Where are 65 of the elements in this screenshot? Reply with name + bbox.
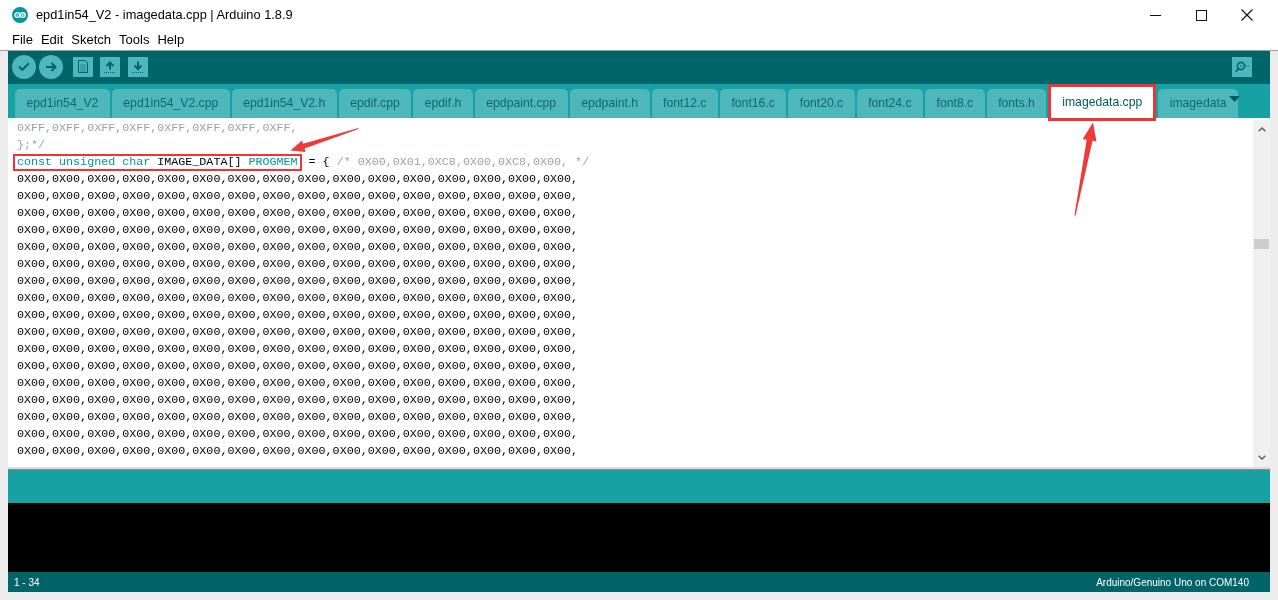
menu-item[interactable]: File	[12, 32, 33, 48]
file-tab[interactable]: epd1in54_V2	[15, 89, 110, 118]
caret-down-icon[interactable]	[1229, 96, 1240, 102]
chevron-down-icon[interactable]	[1257, 455, 1266, 460]
verify-button[interactable]	[12, 54, 36, 79]
maximize-icon	[1195, 9, 1207, 21]
code-text: 0X00,0X00,0X00,0X00,0X00,0X00,0X00,0X00,0X00,0X00,0X00,0X00,0X00,0X00,0X00,0X00,	[17, 426, 579, 443]
arrow-right-icon	[45, 61, 57, 72]
save-button[interactable]	[128, 56, 148, 77]
code-text: = { /* 0X00,0X01,0XC8,0X00,0XC8,0X00, */	[307, 154, 590, 171]
file-tab[interactable]: font12.c	[651, 89, 718, 118]
code-text: 0X00,0X00,0X00,0X00,0X00,0X00,0X00,0X00,0X00,0X00,0X00,0X00,0X00,0X00,0X00,0X00,	[17, 307, 579, 324]
open-button[interactable]	[100, 56, 120, 77]
window-title: epd1in54_V2 - imagedata.cpp | Arduino 1.8.9	[36, 6, 293, 25]
code-text: 0X00,0X00,0X00,0X00,0X00,0X00,0X00,0X00,0X00,0X00,0X00,0X00,0X00,0X00,0X00,0X00,	[17, 324, 579, 341]
serial-monitor-button[interactable]	[1232, 56, 1252, 77]
file-tab[interactable]: font16.c	[719, 89, 787, 118]
line-range: 1 - 34	[14, 575, 40, 590]
code-text: 0X00,0X00,0X00,0X00,0X00,0X00,0X00,0X00,0X00,0X00,0X00,0X00,0X00,0X00,0X00,0X00,	[17, 205, 579, 222]
arrow-down-icon	[132, 60, 144, 73]
new-button[interactable]	[73, 56, 93, 77]
menu-item[interactable]: Tools	[119, 32, 150, 48]
file-tab[interactable]: epd1in54_V2.h	[231, 89, 337, 118]
code-text: 0X00,0X00,0X00,0X00,0X00,0X00,0X00,0X00,0X00,0X00,0X00,0X00,0X00,0X00,0X00,0X00,	[17, 239, 579, 256]
check-icon	[18, 62, 30, 71]
vertical-scrollbar[interactable]	[1253, 120, 1270, 467]
code-text: 0X00,0X00,0X00,0X00,0X00,0X00,0X00,0X00,0X00,0X00,0X00,0X00,0X00,0X00,0X00,0X00,	[17, 256, 579, 273]
code-text: 0X00,0X00,0X00,0X00,0X00,0X00,0X00,0X00,0X00,0X00,0X00,0X00,0X00,0X00,0X00,0X00,	[17, 409, 579, 426]
code-text: 0X00,0X00,0X00,0X00,0X00,0X00,0X00,0X00,0X00,0X00,0X00,0X00,0X00,0X00,0X00,0X00,	[17, 171, 579, 188]
app-icon	[12, 7, 28, 23]
code-text: 0X00,0X00,0X00,0X00,0X00,0X00,0X00,0X00,0X00,0X00,0X00,0X00,0X00,0X00,0X00,0X00,	[17, 222, 579, 239]
file-tab[interactable]: fonts.h	[986, 89, 1047, 118]
file-tab[interactable]: epd1in54_V2.cpp	[111, 89, 230, 118]
file-tab[interactable]: epdif.h	[413, 89, 473, 118]
file-tab[interactable]: imagedata.cpp	[1048, 84, 1157, 121]
code-text: 0X00,0X00,0X00,0X00,0X00,0X00,0X00,0X00,0X00,0X00,0X00,0X00,0X00,0X00,0X00,0X00,	[17, 273, 579, 290]
board-port: Arduino/Genuino Uno on COM140	[1096, 575, 1249, 590]
menu-item[interactable]: Edit	[40, 32, 64, 48]
menu-item[interactable]: Sketch	[71, 32, 112, 48]
code-text: 0X00,0X00,0X00,0X00,0X00,0X00,0X00,0X00,0X00,0X00,0X00,0X00,0X00,0X00,0X00,0X00,	[17, 443, 579, 460]
code-text: 0XFF,0XFF,0XFF,0XFF,0XFF,0XFF,0XFF,0XFF,	[17, 120, 298, 137]
highlighted-code: const unsigned char IMAGE_DATA[] PROGMEM	[13, 154, 302, 171]
file-tab[interactable]: font24.c	[856, 89, 924, 118]
code-text: 0X00,0X00,0X00,0X00,0X00,0X00,0X00,0X00,0X00,0X00,0X00,0X00,0X00,0X00,0X00,0X00,	[17, 392, 579, 409]
code-text: 0X00,0X00,0X00,0X00,0X00,0X00,0X00,0X00,0X00,0X00,0X00,0X00,0X00,0X00,0X00,0X00,	[17, 188, 579, 205]
file-tab[interactable]: font8.c	[925, 89, 985, 118]
code-text: 0X00,0X00,0X00,0X00,0X00,0X00,0X00,0X00,0X00,0X00,0X00,0X00,0X00,0X00,0X00,0X00,	[17, 341, 579, 358]
file-tab[interactable]: font20.c	[788, 89, 855, 118]
file-tab[interactable]: epdif.cpp	[338, 89, 412, 118]
magnifier-icon	[1235, 60, 1249, 73]
minimize-icon	[1149, 14, 1161, 16]
upload-button[interactable]	[39, 54, 63, 79]
menu-item[interactable]: Help	[157, 32, 185, 48]
code-text: 0X00,0X00,0X00,0X00,0X00,0X00,0X00,0X00,0X00,0X00,0X00,0X00,0X00,0X00,0X00,0X00,	[17, 290, 579, 307]
code-text: 0X00,0X00,0X00,0X00,0X00,0X00,0X00,0X00,0X00,0X00,0X00,0X00,0X00,0X00,0X00,0X00,	[17, 358, 579, 375]
file-tab[interactable]: imagedata	[1158, 89, 1239, 118]
document-icon	[78, 60, 88, 73]
file-tab[interactable]: epdpaint.h	[569, 89, 650, 118]
close-icon	[1241, 9, 1253, 21]
code-text: 0X00,0X00,0X00,0X00,0X00,0X00,0X00,0X00,0X00,0X00,0X00,0X00,0X00,0X00,0X00,0X00,	[17, 375, 579, 392]
code-text: };*/	[17, 137, 46, 154]
scrollbar-thumb[interactable]	[1254, 239, 1269, 249]
arrow-up-icon	[104, 60, 116, 73]
chevron-up-icon[interactable]	[1257, 127, 1266, 132]
file-tab[interactable]: epdpaint.cpp	[474, 89, 568, 118]
